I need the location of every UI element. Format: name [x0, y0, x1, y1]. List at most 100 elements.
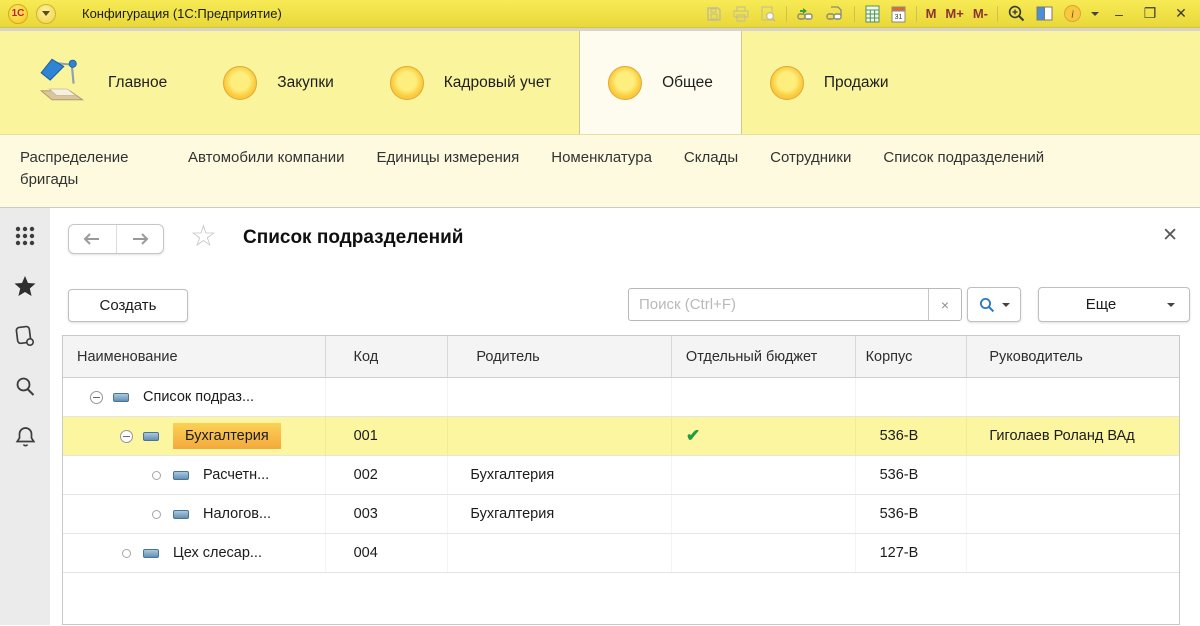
tree-collapse-icon[interactable] [120, 430, 133, 443]
table-row[interactable]: Список подраз... [63, 378, 1179, 417]
memory-m-plus-button[interactable]: M+ [945, 4, 963, 24]
ribbon-section-4[interactable]: Общее [579, 31, 742, 134]
svg-text:i: i [1071, 9, 1074, 21]
separate-budget-cell[interactable] [672, 534, 856, 572]
column-header-1[interactable]: Наименование [63, 336, 326, 377]
calendar-icon[interactable]: 31 [890, 4, 907, 24]
department-code[interactable]: 001 [326, 417, 449, 455]
goto-link-icon[interactable] [796, 4, 816, 24]
department-parent[interactable]: Бухгалтерия [448, 495, 672, 533]
main-menu-button[interactable] [36, 4, 56, 24]
add-favorite-star-icon[interactable]: ☆ [190, 222, 217, 252]
department-building[interactable]: 536-В [856, 495, 968, 533]
ribbon-section-1[interactable]: Главное [6, 31, 195, 134]
department-building[interactable]: 536-В [856, 456, 968, 494]
tree-expand-icon[interactable] [152, 510, 161, 519]
titlebar: 1С Конфигурация (1С:Предприятие) [0, 0, 1200, 28]
titlebar-separator [854, 6, 855, 22]
department-name: Расчетн... [203, 467, 269, 483]
zoom-icon[interactable] [1007, 4, 1026, 24]
table-row[interactable]: Расчетн... 002Бухгалтерия 536-В [63, 456, 1179, 495]
column-header-4[interactable]: Отдельный бюджет [672, 336, 856, 377]
close-button[interactable]: ✕ [1170, 5, 1192, 22]
subnav-item-7[interactable]: Список подразделений [883, 147, 1044, 169]
get-link-icon[interactable] [825, 4, 845, 24]
department-code[interactable]: 002 [326, 456, 449, 494]
split-view-icon[interactable] [1035, 4, 1054, 24]
department-manager[interactable] [967, 534, 1179, 572]
window-title: Конфигурация (1С:Предприятие) [82, 6, 282, 21]
info-icon[interactable]: i [1063, 4, 1082, 24]
search-clear-icon[interactable]: × [928, 289, 961, 320]
department-code[interactable] [326, 378, 449, 416]
department-parent[interactable] [448, 534, 672, 572]
separate-budget-cell[interactable] [672, 456, 856, 494]
tree-collapse-icon[interactable] [90, 391, 103, 404]
subnav-item-5[interactable]: Склады [684, 147, 738, 169]
search-icon[interactable] [13, 374, 37, 398]
table-row[interactable]: Налогов...003Бухгалтерия536-В [63, 495, 1179, 534]
column-header-3[interactable]: Родитель [448, 336, 672, 377]
subsystem-sphere-icon [608, 66, 642, 100]
print-preview-icon[interactable] [759, 4, 777, 24]
print-icon[interactable] [732, 4, 750, 24]
department-parent[interactable] [448, 417, 672, 455]
separate-budget-cell[interactable] [672, 378, 856, 416]
department-code[interactable]: 003 [326, 495, 449, 533]
1c-logo-icon: 1С [8, 4, 28, 24]
subnav-item-6[interactable]: Сотрудники [770, 147, 851, 169]
department-building[interactable]: 127-В [856, 534, 968, 572]
subnav-item-2[interactable]: Автомобили компании [188, 147, 345, 169]
department-code[interactable]: 004 [326, 534, 449, 572]
department-parent[interactable]: Бухгалтерия [448, 456, 672, 494]
search-input[interactable] [629, 289, 928, 320]
tree-expand-icon[interactable] [152, 471, 161, 480]
department-manager[interactable] [967, 456, 1179, 494]
subnav-item-3[interactable]: Единицы измерения [377, 147, 520, 169]
department-building[interactable]: 536-В [856, 417, 968, 455]
memory-m-button[interactable]: M [926, 4, 937, 24]
department-building[interactable] [856, 378, 968, 416]
forward-button[interactable] [117, 225, 164, 253]
tree-expand-icon[interactable] [122, 549, 131, 558]
create-button[interactable]: Создать [68, 289, 188, 322]
column-header-6[interactable]: Руководитель [967, 336, 1179, 377]
tree-expander-slot [120, 549, 133, 558]
department-parent[interactable] [448, 378, 672, 416]
column-header-2[interactable]: Код [326, 336, 449, 377]
history-icon[interactable] [13, 324, 37, 348]
ribbon-section-label: Общее [662, 74, 713, 92]
back-button[interactable] [69, 225, 117, 253]
info-dropdown-caret-icon[interactable] [1091, 12, 1099, 16]
save-icon[interactable] [705, 4, 723, 24]
subnav-item-1[interactable]: Распределение бригады [20, 147, 156, 191]
form-close-icon[interactable]: ✕ [1162, 226, 1178, 245]
menu-grid-icon[interactable] [13, 224, 37, 248]
ribbon-section-2[interactable]: Закупки [195, 31, 362, 134]
minimize-button[interactable]: – [1108, 6, 1130, 22]
favorites-star-icon[interactable] [13, 274, 37, 298]
department-manager[interactable] [967, 495, 1179, 533]
more-button[interactable]: Еще [1038, 287, 1190, 322]
notifications-bell-icon[interactable] [13, 424, 37, 448]
search-options-button[interactable] [967, 287, 1021, 322]
table-row[interactable]: Бухгалтерия001✔536-ВГиголаев Роланд ВАд [63, 417, 1179, 456]
maximize-button[interactable]: ❒ [1139, 5, 1161, 22]
chevron-down-icon [1167, 303, 1175, 307]
department-manager[interactable]: Гиголаев Роланд ВАд [967, 417, 1179, 455]
departments-table: НаименованиеКодРодительОтдельный бюджетК… [62, 335, 1180, 625]
table-row[interactable]: Цех слесар...004127-В [63, 534, 1179, 573]
calendar-day: 31 [894, 14, 902, 21]
titlebar-separator [997, 6, 998, 22]
main-area: ☆ Список подразделений ✕ Создать × Еще Н… [0, 208, 1200, 625]
calculator-icon[interactable] [864, 4, 881, 24]
ribbon-section-label: Продажи [824, 74, 889, 92]
department-manager[interactable] [967, 378, 1179, 416]
column-header-5[interactable]: Корпус [856, 336, 968, 377]
separate-budget-cell[interactable] [672, 495, 856, 533]
memory-m-minus-button[interactable]: M- [973, 4, 988, 24]
subnav-item-4[interactable]: Номенклатура [551, 147, 652, 169]
ribbon-section-5[interactable]: Продажи [742, 31, 917, 134]
separate-budget-cell[interactable]: ✔ [672, 417, 856, 455]
ribbon-section-3[interactable]: Кадровый учет [362, 31, 579, 134]
